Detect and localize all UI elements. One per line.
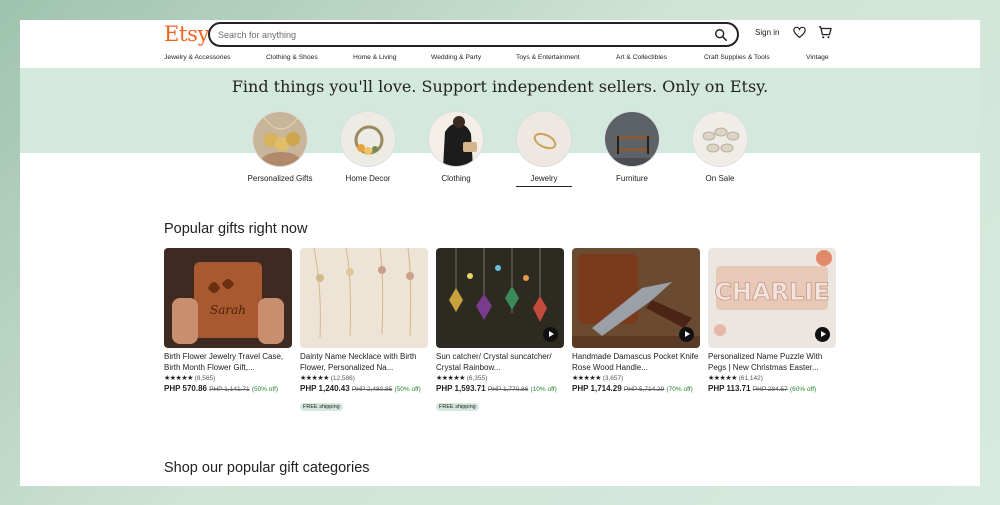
search-bar[interactable] — [208, 22, 739, 47]
product-title[interactable]: Sun catcher/ Crystal suncatcher/ Crystal… — [436, 352, 564, 373]
nav-item-clothing-shoes[interactable]: Clothing & Shoes — [266, 54, 318, 61]
discount: (10% off) — [530, 386, 557, 393]
review-count: (3,657) — [602, 375, 624, 382]
cart-icon[interactable] — [818, 25, 832, 39]
category-label: Jewelry — [516, 174, 572, 187]
review-count: (6,355) — [466, 375, 488, 382]
product-title[interactable]: Handmade Damascus Pocket Knife Rose Wood… — [572, 352, 700, 373]
original-price: PHP 5,714.29 — [623, 386, 665, 393]
wreath-image — [340, 111, 396, 167]
etsy-logo[interactable]: Etsy — [164, 22, 210, 46]
original-price: PHP 1,770.86 — [487, 386, 529, 393]
jewelry-case-image[interactable]: Sarah — [164, 248, 292, 348]
category-clothing[interactable]: Clothing — [416, 111, 496, 184]
category-on-sale[interactable]: On Sale — [680, 111, 760, 184]
product-card[interactable]: CHARLIE Personalized Name Puzzle With Pe… — [704, 244, 840, 400]
nav-item-art-collectibles[interactable]: Art & Collectibles — [616, 54, 667, 61]
page-frame: Etsy Sign in Jewelry & Accessories Cloth… — [20, 20, 980, 486]
sale-price: PHP 113.71 — [708, 384, 751, 393]
play-video-icon[interactable] — [679, 327, 694, 342]
nav-item-vintage[interactable]: Vintage — [806, 54, 829, 61]
rating: ★★★★★ (61,142) — [708, 374, 836, 384]
star-rating-icon: ★★★★★ — [708, 375, 737, 382]
discount: (60% off) — [789, 386, 817, 393]
product-title[interactable]: Personalized Name Puzzle With Pegs | New… — [708, 352, 836, 373]
category-jewelry[interactable]: Jewelry — [504, 111, 584, 187]
svg-text:CHARLIE: CHARLIE — [714, 278, 829, 306]
discount: (70% off) — [666, 386, 693, 393]
gift-categories-title: Shop our popular gift categories — [164, 460, 370, 476]
product-card[interactable]: Sun catcher/ Crystal suncatcher/ Crystal… — [436, 248, 564, 413]
header: Etsy Sign in Jewelry & Accessories Cloth… — [20, 20, 980, 68]
category-label: Clothing — [441, 174, 471, 183]
review-count: (61,142) — [738, 375, 763, 382]
nav-item-toys-entertainment[interactable]: Toys & Entertainment — [516, 54, 580, 61]
category-personalized-gifts[interactable]: Personalized Gifts — [240, 111, 320, 184]
rating: ★★★★★ (6,355) — [436, 374, 564, 384]
original-price: PHP 284.57 — [752, 386, 788, 393]
star-rating-icon: ★★★★★ — [436, 375, 465, 382]
nav-item-jewelry-accessories[interactable]: Jewelry & Accessories — [164, 54, 231, 61]
category-home-decor[interactable]: Home Decor — [328, 111, 408, 184]
clothing-image — [428, 111, 484, 167]
svg-text:Sarah: Sarah — [210, 303, 246, 317]
play-video-icon[interactable] — [543, 327, 558, 342]
price-row: PHP 1,240.43 PHP 2,480.85 (50% off) — [300, 384, 428, 395]
popular-gifts-title: Popular gifts right now — [164, 221, 308, 237]
name-necklace-image[interactable] — [300, 248, 428, 348]
suncatcher-image[interactable] — [436, 248, 564, 348]
sale-price: PHP 1,714.29 — [572, 384, 622, 393]
price-row: PHP 1,714.29 PHP 5,714.29 (70% off) — [572, 384, 700, 395]
review-count: (12,586) — [330, 375, 355, 382]
sale-price: PHP 1,240.43 — [300, 384, 350, 393]
pocket-knife-image[interactable] — [572, 248, 700, 348]
search-icon[interactable] — [714, 28, 728, 42]
star-rating-icon: ★★★★★ — [572, 375, 601, 382]
necklace-pendants-image — [252, 111, 308, 167]
free-shipping-badge: FREE shipping — [300, 403, 343, 411]
sign-in-link[interactable]: Sign in — [755, 28, 779, 37]
nav-item-wedding-party[interactable]: Wedding & Party — [431, 54, 481, 61]
free-shipping-badge: FREE shipping — [436, 403, 479, 411]
star-rating-icon: ★★★★★ — [300, 375, 329, 382]
category-label: On Sale — [705, 174, 735, 183]
rating: ★★★★★ (12,586) — [300, 374, 428, 384]
product-card[interactable]: Sarah Birth Flower Jewelry Travel Case, … — [164, 248, 292, 395]
category-label: Home Decor — [345, 174, 391, 183]
original-price: PHP 2,480.85 — [351, 386, 393, 393]
review-count: (8,565) — [194, 375, 216, 382]
search-input[interactable] — [218, 27, 688, 43]
sale-price: PHP 1,593.71 — [436, 384, 486, 393]
original-price: PHP 1,141.71 — [209, 386, 250, 393]
category-label: Personalized Gifts — [247, 174, 313, 183]
star-rating-icon: ★★★★★ — [164, 375, 193, 382]
category-label: Furniture — [615, 174, 648, 183]
price-row: PHP 113.71 PHP 284.57 (60% off) — [708, 384, 836, 395]
product-card[interactable]: Dainty Name Necklace with Birth Flower, … — [300, 248, 428, 413]
nav-item-home-living[interactable]: Home & Living — [353, 54, 397, 61]
hero-title: Find things you'll love. Support indepen… — [231, 77, 769, 96]
product-title[interactable]: Dainty Name Necklace with Birth Flower, … — [300, 352, 428, 373]
rating: ★★★★★ (8,565) — [164, 374, 292, 384]
shelf-image — [604, 111, 660, 167]
category-furniture[interactable]: Furniture — [592, 111, 672, 184]
product-card[interactable]: Handmade Damascus Pocket Knife Rose Wood… — [572, 248, 700, 395]
name-puzzle-image[interactable]: CHARLIE — [708, 248, 836, 348]
rating: ★★★★★ (3,657) — [572, 374, 700, 384]
product-title[interactable]: Birth Flower Jewelry Travel Case, Birth … — [164, 352, 292, 373]
discount: (50% off) — [251, 386, 279, 393]
category-nav: Jewelry & Accessories Clothing & Shoes H… — [164, 54, 844, 66]
price-row: PHP 570.86 PHP 1,141.71 (50% off) — [164, 384, 292, 395]
dishes-image — [692, 111, 748, 167]
heart-icon[interactable] — [793, 26, 806, 39]
price-row: PHP 1,593.71 PHP 1,770.86 (10% off) — [436, 384, 564, 395]
ring-image — [516, 111, 572, 167]
discount: (50% off) — [394, 386, 421, 393]
sale-price: PHP 570.86 — [164, 384, 207, 393]
play-video-icon[interactable] — [815, 327, 830, 342]
nav-item-craft-supplies-tools[interactable]: Craft Supplies & Tools — [704, 54, 770, 61]
